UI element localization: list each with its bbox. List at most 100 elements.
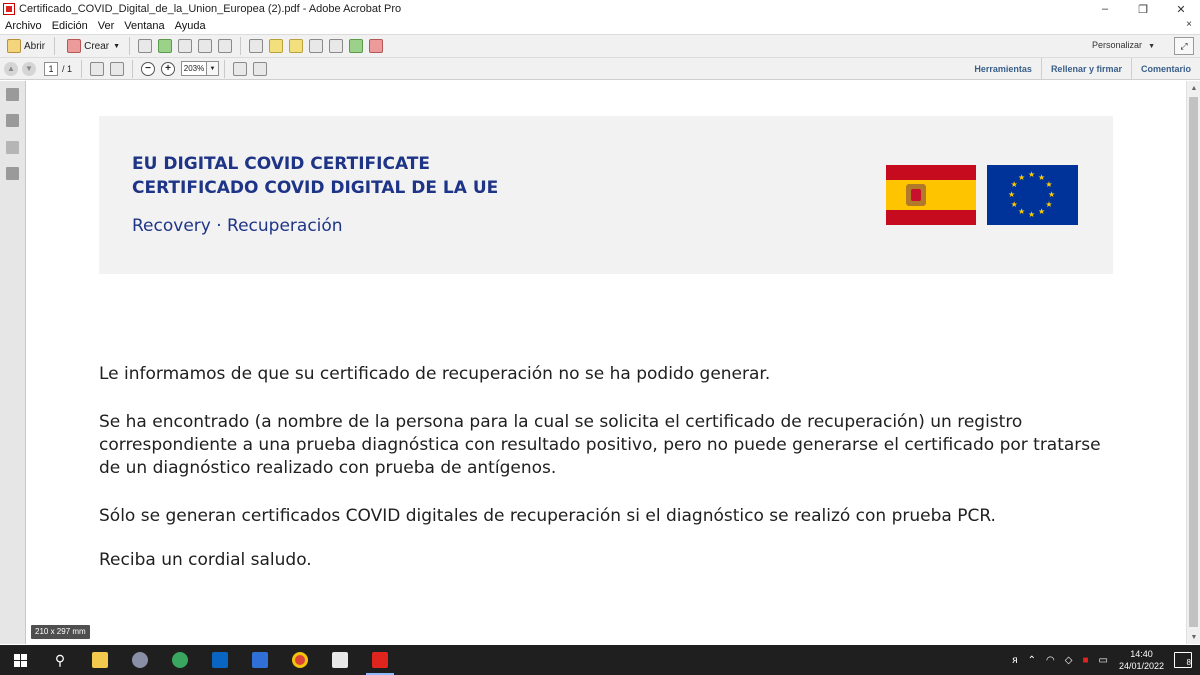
certificate-header: EU DIGITAL COVID CERTIFICATE CERTIFICADO… (99, 116, 1113, 274)
notification-count: 8 (1186, 658, 1191, 667)
stamp-icon[interactable] (309, 39, 324, 53)
save-icon[interactable] (138, 39, 153, 53)
select-cursor-icon[interactable] (90, 61, 105, 76)
folder-icon (7, 39, 21, 53)
scrollbar-thumb[interactable] (1189, 97, 1198, 627)
eu-star-icon: ★ (1018, 207, 1026, 217)
menu-edicion[interactable]: Edición (47, 20, 93, 32)
toolbar-divider (54, 37, 56, 55)
outlook-icon[interactable] (200, 645, 240, 675)
title-bar: Certificado_COVID_Digital_de_la_Union_Eu… (0, 0, 1200, 18)
expand-icon[interactable]: ⤢ (1174, 37, 1194, 55)
create-pdf-icon (67, 39, 82, 53)
minimize-button[interactable]: – (1086, 0, 1124, 18)
page-number-input[interactable]: 1 (44, 61, 58, 76)
app-tray-icon[interactable]: ■ (1082, 655, 1088, 666)
hand-tool-icon[interactable] (110, 61, 125, 76)
close-button[interactable]: ✕ (1162, 0, 1200, 18)
page-total: / 1 (62, 63, 73, 74)
bookmarks-icon[interactable] (6, 114, 19, 127)
cloud-upload-icon[interactable] (158, 39, 173, 53)
search-icon[interactable]: ⚲ (40, 645, 80, 675)
people-icon[interactable]: ᴙ (1012, 655, 1017, 666)
toolbar-divider (224, 59, 226, 78)
zoom-level-input[interactable]: 203% (181, 61, 208, 76)
toolbar-divider (132, 59, 134, 78)
panel-links: Herramientas Rellenar y firmar Comentari… (965, 58, 1200, 80)
vertical-scrollbar[interactable]: ▲ ▼ (1186, 81, 1200, 644)
wifi-icon[interactable]: ◠ (1046, 655, 1055, 666)
chevron-up-icon[interactable]: ⌃ (1028, 655, 1036, 666)
export-icon[interactable] (349, 39, 364, 53)
menu-archivo[interactable]: Archivo (0, 20, 47, 32)
tab-comentario[interactable]: Comentario (1130, 58, 1200, 80)
eu-star-icon: ★ (1038, 207, 1046, 217)
toolbar-divider (81, 59, 83, 78)
paragraph: Le informamos de que su certificado de r… (99, 364, 771, 384)
edit-icon[interactable] (198, 39, 213, 53)
sign-icon[interactable] (369, 39, 384, 53)
create-button[interactable]: Crear ▼ (60, 36, 124, 56)
chevron-down-icon[interactable]: ▼ (207, 61, 220, 76)
zoom-out-icon[interactable]: − (141, 61, 156, 76)
tab-herramientas[interactable]: Herramientas (965, 58, 1041, 80)
chrome-icon[interactable] (280, 645, 320, 675)
restore-button[interactable]: ❐ (1124, 0, 1162, 18)
paragraph: Sólo se generan certificados COVID digit… (99, 506, 996, 526)
scroll-down-icon[interactable]: ▼ (1187, 630, 1200, 644)
document-viewport[interactable]: EU DIGITAL COVID CERTIFICATE CERTIFICADO… (27, 81, 1186, 644)
paragraph: Reciba un cordial saludo. (99, 550, 312, 570)
menu-ver[interactable]: Ver (93, 20, 120, 32)
eu-star-icon: ★ (1038, 172, 1046, 182)
email-icon[interactable] (218, 39, 233, 53)
toolbar-divider (240, 37, 242, 55)
review-icon[interactable] (329, 39, 344, 53)
eu-flag-icon: ★ ★ ★ ★ ★ ★ ★ ★ ★ ★ ★ ★ (987, 165, 1078, 225)
zoom-in-icon[interactable]: + (161, 61, 176, 76)
system-tray: ᴙ ⌃ ◠ ◇ ■ ▭ 14:40 24/01/2022 8 (1007, 645, 1200, 675)
previous-page-icon[interactable]: ▲ (4, 61, 18, 76)
open-button[interactable]: Abrir (0, 36, 49, 56)
menu-bar: Archivo Edición Ver Ventana Ayuda × (0, 18, 1200, 34)
clock[interactable]: 14:40 24/01/2022 (1119, 648, 1164, 672)
scroll-up-icon[interactable]: ▲ (1187, 81, 1200, 95)
fit-page-icon[interactable] (233, 61, 248, 76)
menu-ayuda[interactable]: Ayuda (170, 20, 211, 32)
personalize-menu[interactable]: Personalizar ▼ (1092, 40, 1155, 50)
toolbar-divider (129, 37, 131, 55)
full-screen-icon[interactable] (253, 61, 268, 76)
eu-star-icon: ★ (1008, 190, 1016, 199)
eu-star-icon: ★ (1045, 200, 1053, 209)
acrobat-pdf-icon (3, 3, 15, 15)
tab-rellenar-y-firmar[interactable]: Rellenar y firmar (1040, 58, 1131, 80)
highlight-icon[interactable] (289, 39, 304, 53)
start-button[interactable] (0, 645, 40, 675)
next-page-icon[interactable]: ▼ (22, 61, 36, 76)
chart-app-icon[interactable] (240, 645, 280, 675)
vpn-globe-icon[interactable] (160, 645, 200, 675)
certificate-title-es: CERTIFICADO COVID DIGITAL DE LA UE (132, 178, 499, 198)
notification-center-icon[interactable]: 8 (1174, 652, 1192, 668)
paragraph: Se ha encontrado (a nombre de la persona… (99, 412, 1101, 478)
snipping-tool-icon[interactable] (120, 645, 160, 675)
comment-icon[interactable] (269, 39, 284, 53)
signatures-icon[interactable] (6, 167, 19, 180)
battery-icon[interactable]: ▭ (1099, 655, 1108, 666)
certificate-type: Recovery · Recuperación (132, 216, 343, 236)
settings-gear-icon[interactable] (249, 39, 264, 53)
clock-time: 14:40 (1130, 649, 1153, 659)
certificate-title-en: EU DIGITAL COVID CERTIFICATE (132, 154, 431, 174)
photos-icon[interactable] (320, 645, 360, 675)
document-close-icon[interactable]: × (1186, 19, 1192, 30)
eu-star-icon: ★ (1010, 200, 1018, 209)
file-explorer-icon[interactable] (80, 645, 120, 675)
network-icon[interactable]: ◇ (1065, 655, 1073, 666)
attachments-icon[interactable] (6, 141, 19, 154)
open-label: Abrir (24, 40, 46, 52)
spain-flag-icon (886, 165, 976, 225)
print-icon[interactable] (178, 39, 193, 53)
page-thumbnails-icon[interactable] (6, 88, 19, 101)
window-title: Certificado_COVID_Digital_de_la_Union_Eu… (19, 3, 402, 15)
menu-ventana[interactable]: Ventana (119, 20, 169, 32)
acrobat-taskbar-icon[interactable] (360, 645, 400, 675)
